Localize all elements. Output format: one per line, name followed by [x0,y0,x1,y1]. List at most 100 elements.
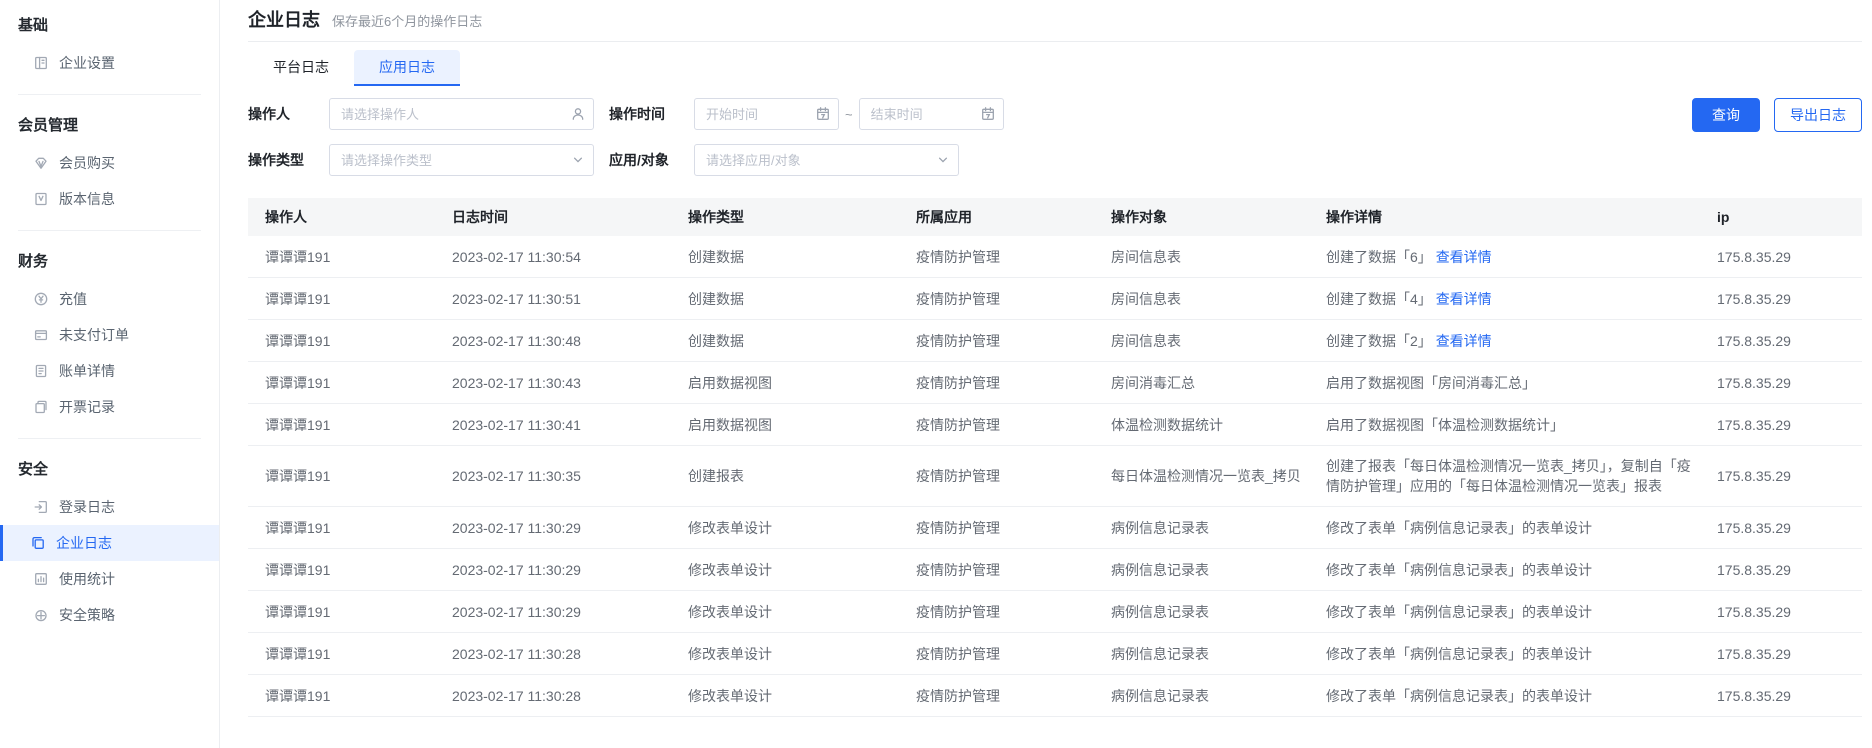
sidebar-item-enterprise-logs[interactable]: 企业日志 [0,525,219,561]
recharge-icon [33,291,49,307]
unpaid-orders-icon [33,327,49,343]
type-label: 操作类型 [248,150,329,170]
app-object-select [694,144,959,176]
sidebar-item-version-info[interactable]: 版本信息 [0,181,219,217]
table-row: 谭谭谭1912023-02-17 11:30:43启用数据视图疫情防护管理房间消… [248,362,1862,404]
cell-log-time: 2023-02-17 11:30:29 [452,602,688,622]
cell-ip: 175.8.35.29 [1717,686,1862,706]
cell-log-time: 2023-02-17 11:30:48 [452,331,688,351]
end-time-box [859,98,1004,130]
cell-detail: 启用了数据视图「体温检测数据统计」 [1326,405,1717,445]
invoice-records-icon [33,399,49,415]
sidebar-item-unpaid-orders[interactable]: 未支付订单 [0,317,219,353]
col-log-time: 日志时间 [452,207,688,227]
type-select [329,144,594,176]
col-operator: 操作人 [248,207,452,227]
cell-operator: 谭谭谭191 [248,644,452,664]
sidebar-item-bill-details[interactable]: 账单详情 [0,353,219,389]
operator-field-box [329,98,594,130]
cell-operator: 谭谭谭191 [248,602,452,622]
cell-detail: 创建了数据「2」 查看详情 [1326,321,1717,361]
tab-platform-logs[interactable]: 平台日志 [248,50,354,86]
page-title: 企业日志 [248,6,320,32]
page-header: 企业日志 保存最近6个月的操作日志 [248,6,1862,42]
cell-target: 体温检测数据统计 [1111,415,1326,435]
cell-app: 疫情防护管理 [916,644,1111,664]
view-detail-link[interactable]: 查看详情 [1436,291,1492,307]
cell-detail: 修改了表单「病例信息记录表」的表单设计 [1326,508,1717,548]
sidebar-item-member-purchase[interactable]: 会员购买 [0,145,219,181]
table-row: 谭谭谭1912023-02-17 11:30:54创建数据疫情防护管理房间信息表… [248,236,1862,278]
cell-detail: 创建了报表「每日体温检测情况一览表_拷贝」，复制自「疫情防护管理」应用的「每日体… [1326,446,1717,506]
time-label: 操作时间 [609,104,694,124]
cell-app: 疫情防护管理 [916,686,1111,706]
cell-ip: 175.8.35.29 [1717,644,1862,664]
sidebar-section-title: 财务 [0,244,219,281]
sidebar-item-usage-stats[interactable]: 使用统计 [0,561,219,597]
cell-app: 疫情防护管理 [916,560,1111,580]
sidebar-item-enterprise-settings[interactable]: 企业设置 [0,45,219,81]
view-detail-link[interactable]: 查看详情 [1436,249,1492,265]
end-time-input[interactable] [859,98,1004,130]
member-purchase-icon [33,155,49,171]
cell-target: 病例信息记录表 [1111,644,1326,664]
cell-operation-type: 修改表单设计 [688,602,916,622]
view-detail-link[interactable]: 查看详情 [1436,333,1492,349]
cell-operator: 谭谭谭191 [248,415,452,435]
cell-operation-type: 启用数据视图 [688,373,916,393]
cell-operation-type: 创建数据 [688,247,916,267]
tab-app-logs[interactable]: 应用日志 [354,50,460,86]
cell-app: 疫情防护管理 [916,289,1111,309]
sidebar-item-security-policy[interactable]: 安全策略 [0,597,219,633]
page-subtitle: 保存最近6个月的操作日志 [332,11,482,30]
main-content: 企业日志 保存最近6个月的操作日志 平台日志 应用日志 操作人 操作时间 [220,0,1872,748]
cell-ip: 175.8.35.29 [1717,415,1862,435]
cell-app: 疫情防护管理 [916,331,1111,351]
type-select-input[interactable] [329,144,594,176]
sidebar-item-label: 版本信息 [59,189,115,209]
log-table: 操作人 日志时间 操作类型 所属应用 操作对象 操作详情 ip 谭谭谭19120… [248,198,1862,717]
cell-operator: 谭谭谭191 [248,518,452,538]
table-header-row: 操作人 日志时间 操作类型 所属应用 操作对象 操作详情 ip [248,198,1862,236]
cell-detail: 修改了表单「病例信息记录表」的表单设计 [1326,550,1717,590]
login-logs-icon [33,499,49,515]
cell-log-time: 2023-02-17 11:30:51 [452,289,688,309]
cell-log-time: 2023-02-17 11:30:28 [452,644,688,664]
cell-ip: 175.8.35.29 [1717,466,1862,486]
sidebar-item-recharge[interactable]: 充值 [0,281,219,317]
sidebar-divider [18,94,201,95]
filter-bar: 操作人 操作时间 ~ [248,98,1862,176]
cell-ip: 175.8.35.29 [1717,602,1862,622]
app-window: 基础企业设置会员管理会员购买版本信息财务充值未支付订单账单详情开票记录安全登录日… [0,0,1872,748]
sidebar-item-label: 未支付订单 [59,325,129,345]
security-policy-icon [33,607,49,623]
cell-detail: 修改了表单「病例信息记录表」的表单设计 [1326,634,1717,674]
cell-ip: 175.8.35.29 [1717,373,1862,393]
sidebar-item-login-logs[interactable]: 登录日志 [0,489,219,525]
cell-ip: 175.8.35.29 [1717,560,1862,580]
cell-operation-type: 创建数据 [688,331,916,351]
cell-log-time: 2023-02-17 11:30:43 [452,373,688,393]
cell-log-time: 2023-02-17 11:30:29 [452,518,688,538]
app-object-select-input[interactable] [694,144,959,176]
start-time-input[interactable] [694,98,839,130]
query-button[interactable]: 查询 [1692,98,1760,132]
operator-input[interactable] [329,98,594,130]
cell-operation-type: 修改表单设计 [688,644,916,664]
table-row: 谭谭谭1912023-02-17 11:30:41启用数据视图疫情防护管理体温检… [248,404,1862,446]
export-logs-button[interactable]: 导出日志 [1774,98,1862,132]
sidebar-item-label: 企业日志 [56,533,112,553]
sidebar-item-invoice-records[interactable]: 开票记录 [0,389,219,425]
cell-ip: 175.8.35.29 [1717,247,1862,267]
sidebar-section-title: 安全 [0,452,219,489]
table-row: 谭谭谭1912023-02-17 11:30:29修改表单设计疫情防护管理病例信… [248,591,1862,633]
cell-app: 疫情防护管理 [916,247,1111,267]
sidebar-item-label: 使用统计 [59,569,115,589]
cell-operator: 谭谭谭191 [248,373,452,393]
version-info-icon [33,191,49,207]
cell-target: 房间信息表 [1111,331,1326,351]
cell-operation-type: 创建报表 [688,466,916,486]
col-detail: 操作详情 [1326,207,1717,227]
table-row: 谭谭谭1912023-02-17 11:30:48创建数据疫情防护管理房间信息表… [248,320,1862,362]
cell-operation-type: 修改表单设计 [688,560,916,580]
